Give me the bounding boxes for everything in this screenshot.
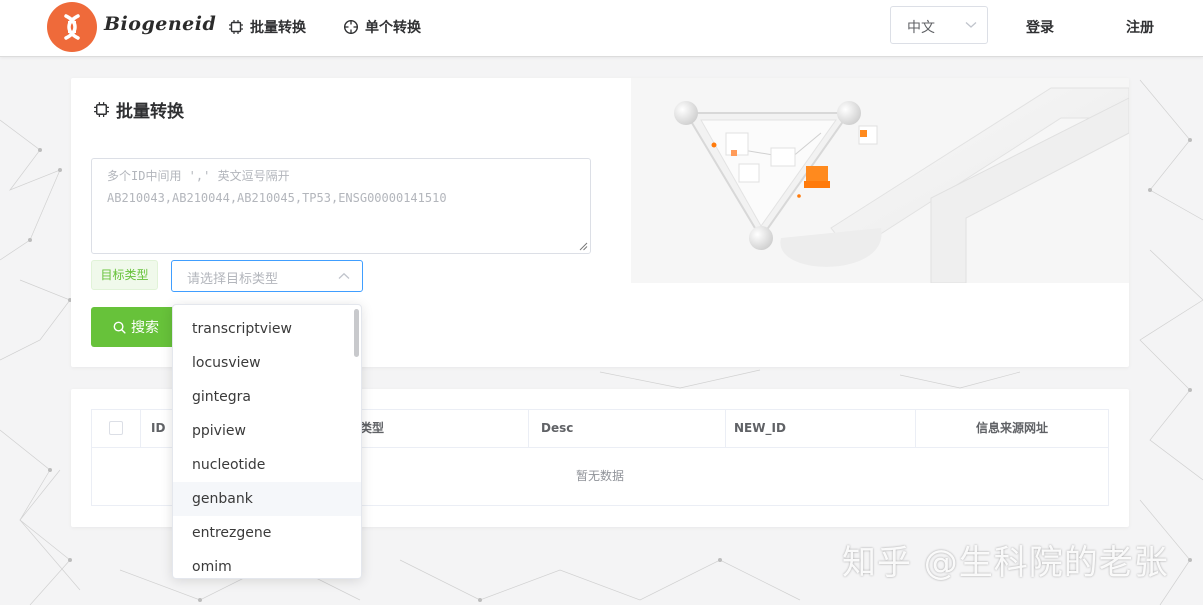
dropdown-option[interactable]: ppiview bbox=[173, 414, 361, 448]
logo-text[interactable]: Biogeneid bbox=[104, 13, 216, 35]
watermark: 知乎 @生科院的老张 bbox=[842, 543, 1169, 583]
chevron-down-icon bbox=[965, 22, 977, 28]
language-select[interactable]: 中文 bbox=[890, 6, 988, 44]
target-type-select[interactable]: 请选择目标类型 bbox=[171, 260, 363, 292]
dropdown-scrollbar[interactable] bbox=[354, 309, 359, 357]
column-header-new-id[interactable]: NEW_ID bbox=[725, 410, 915, 447]
nav-single-convert[interactable]: 单个转换 bbox=[343, 17, 421, 37]
crosshair-icon bbox=[343, 19, 359, 35]
language-value: 中文 bbox=[907, 20, 935, 36]
chip-icon bbox=[94, 102, 109, 117]
target-type-tag: 目标类型 bbox=[91, 260, 158, 290]
search-button-label: 搜索 bbox=[131, 320, 159, 336]
select-all-checkbox[interactable] bbox=[109, 421, 123, 435]
column-header-type[interactable]: 类型 bbox=[360, 410, 528, 447]
nav-batch-label: 批量转换 bbox=[250, 20, 306, 36]
logo-icon[interactable] bbox=[47, 2, 97, 52]
dropdown-option-hovered[interactable]: genbank bbox=[173, 482, 361, 516]
register-link[interactable]: 注册 bbox=[1126, 17, 1154, 37]
textarea-placeholder-line1: 多个ID中间用 ',' 英文逗号隔开 bbox=[107, 169, 290, 183]
resize-grip-icon[interactable] bbox=[579, 242, 588, 251]
nav-single-label: 单个转换 bbox=[365, 20, 421, 36]
column-header-desc[interactable]: Desc bbox=[528, 410, 725, 447]
target-type-placeholder: 请选择目标类型 bbox=[187, 272, 279, 287]
login-link[interactable]: 登录 bbox=[1026, 17, 1054, 37]
column-header-source-url[interactable]: 信息来源网址 bbox=[915, 410, 1108, 447]
chevron-up-icon bbox=[338, 272, 350, 279]
target-type-dropdown[interactable]: transcriptview locusview gintegra ppivie… bbox=[172, 304, 362, 579]
dropdown-option[interactable]: transcriptview bbox=[173, 312, 361, 346]
dropdown-option[interactable]: entrezgene bbox=[173, 516, 361, 550]
search-icon bbox=[113, 321, 126, 334]
hero-illustration bbox=[631, 78, 1129, 283]
chip-icon bbox=[229, 20, 243, 34]
dropdown-option[interactable]: omim bbox=[173, 550, 361, 578]
textarea-placeholder-line2: AB210043,AB210044,AB210045,TP53,ENSG0000… bbox=[107, 191, 447, 205]
nav-batch-convert[interactable]: 批量转换 bbox=[228, 17, 306, 37]
card-title: 批量转换 bbox=[93, 97, 184, 122]
batch-id-textarea[interactable]: 多个ID中间用 ',' 英文逗号隔开 AB210043,AB210044,AB2… bbox=[91, 158, 591, 254]
card-title-text: 批量转换 bbox=[116, 102, 184, 122]
dropdown-option[interactable]: nucleotide bbox=[173, 448, 361, 482]
dropdown-option[interactable]: locusview bbox=[173, 346, 361, 380]
dropdown-option[interactable]: gintegra bbox=[173, 380, 361, 414]
search-button[interactable]: 搜索 bbox=[91, 307, 181, 347]
top-header: Biogeneid 批量转换 单个转换 中文 登录 注册 bbox=[0, 0, 1203, 57]
